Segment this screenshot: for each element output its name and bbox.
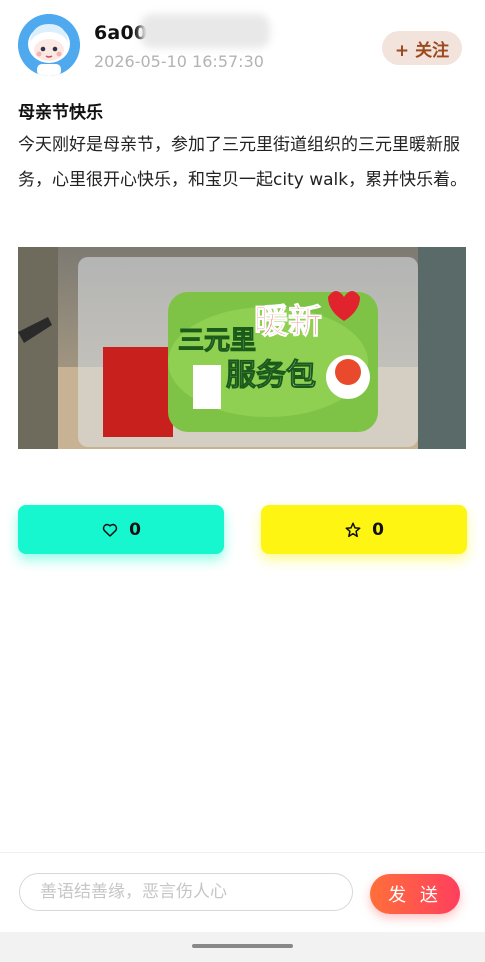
image-text-line1: 三元里 [178,326,256,356]
post-timestamp: 2026-05-10 16:57:30 [94,52,264,71]
avatar[interactable] [18,14,80,76]
post-body: 今天刚好是母亲节，参加了三元里街道组织的三元里暖新服务，心里很开心快乐，和宝贝一… [18,135,468,190]
post-title: 母亲节快乐 [18,103,103,123]
comment-bar: 发 送 [0,852,485,933]
post-image[interactable]: 三元里 暖新 服务包 [18,247,466,449]
like-count: 0 [129,519,141,540]
follow-button[interactable]: + 关注 [382,31,462,65]
like-button[interactable]: 0 [18,505,224,554]
image-text-highlight: 暖新 [254,302,322,342]
comment-input[interactable] [19,873,353,911]
avatar-cartoon-image [18,14,80,76]
image-text-line2: 服务包 [226,358,316,393]
star-icon [345,522,361,537]
favorite-button[interactable]: 0 [261,505,467,554]
heart-icon [102,523,118,537]
send-button[interactable]: 发 送 [370,874,460,914]
username-redacted-blur [140,14,270,48]
service-bag-photo: 三元里 暖新 服务包 [18,247,466,449]
home-indicator[interactable] [192,944,293,948]
system-navigation-area [0,932,485,962]
favorite-count: 0 [372,519,384,540]
post-header: 6a00 2026-05-10 16:57:30 + 关注 [18,14,467,76]
